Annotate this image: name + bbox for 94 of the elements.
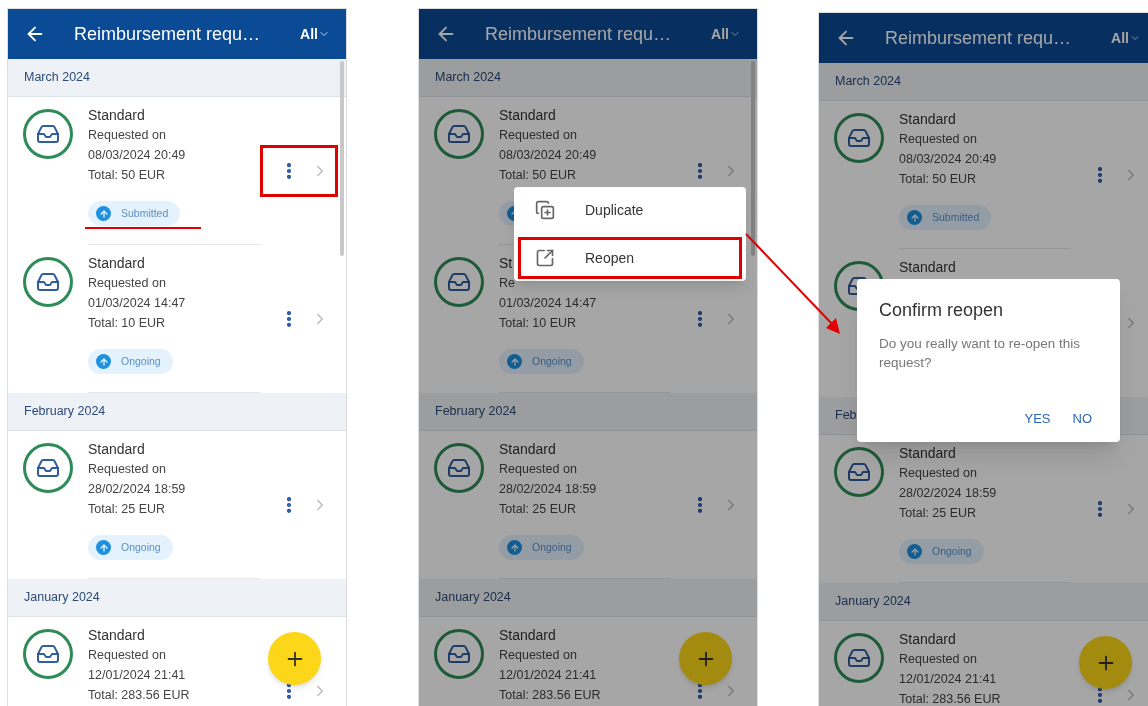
- dialog-title: Confirm reopen: [879, 299, 1005, 322]
- tray-icon: [23, 109, 73, 159]
- requested-label: Re: [499, 275, 515, 292]
- request-type: Standard: [899, 258, 956, 277]
- request-date: 01/03/2024 14:47: [88, 295, 186, 312]
- request-total: Total: 10 EUR: [499, 315, 577, 332]
- screen-title: Reimbursement requ…: [485, 22, 673, 46]
- requested-label: Requested on: [499, 647, 577, 664]
- request-type: Standard: [499, 440, 556, 459]
- menu-item[interactable]: Reopen: [518, 237, 742, 279]
- filter-dropdown[interactable]: All: [711, 23, 741, 45]
- request-date: 28/02/2024 18:59: [88, 481, 186, 498]
- request-type: Standard: [899, 110, 956, 129]
- request-type: Standard: [499, 106, 556, 125]
- status-badge: Ongoing: [499, 535, 584, 560]
- dialog-button[interactable]: YES: [1018, 408, 1057, 428]
- filter-dropdown[interactable]: All: [300, 23, 330, 45]
- screen-title: Reimbursement requ…: [885, 26, 1073, 50]
- requested-label: Requested on: [88, 127, 166, 144]
- requested-label: Requested on: [88, 275, 166, 292]
- month-header: February 2024: [419, 393, 757, 431]
- month-header: March 2024: [819, 63, 1148, 101]
- status-badge: Ongoing: [499, 349, 584, 374]
- request-date: 08/03/2024 20:49: [88, 147, 186, 164]
- status-badge: Ongoing: [899, 539, 984, 564]
- requested-label: Requested on: [499, 127, 577, 144]
- status-badge: Ongoing: [88, 349, 173, 374]
- scrollbar-thumb[interactable]: [751, 61, 755, 256]
- request-date: 08/03/2024 20:49: [899, 151, 997, 168]
- tray-icon: [23, 629, 73, 679]
- request-type: Standard: [899, 630, 956, 649]
- duplicate-icon: [535, 200, 555, 220]
- month-header: January 2024: [819, 583, 1148, 621]
- arrow-up-icon: [907, 544, 922, 559]
- requested-label: Requested on: [88, 647, 166, 664]
- request-type: Standard: [88, 626, 145, 645]
- status-badge: Submitted: [88, 201, 181, 226]
- request-type: St: [499, 254, 513, 273]
- status-badge: Ongoing: [88, 535, 173, 560]
- requested-label: Requested on: [88, 461, 166, 478]
- request-type: Standard: [88, 254, 145, 273]
- request-date: 12/01/2024 21:41: [88, 667, 186, 684]
- requested-label: Requested on: [899, 131, 977, 148]
- dialog-button[interactable]: NO: [1066, 408, 1098, 428]
- request-date: 28/02/2024 18:59: [899, 485, 997, 502]
- tray-icon: [834, 633, 884, 683]
- tray-icon: [23, 257, 73, 307]
- tray-icon: [434, 257, 484, 307]
- screen-title: Reimbursement requ…: [74, 22, 262, 46]
- arrow-up-icon: [96, 354, 111, 369]
- tray-icon: [434, 629, 484, 679]
- arrow-up-icon: [507, 354, 522, 369]
- request-type: Standard: [88, 440, 145, 459]
- request-date: 28/02/2024 18:59: [499, 481, 597, 498]
- requested-label: Requested on: [899, 651, 977, 668]
- open-external-icon: [535, 248, 555, 268]
- month-header: January 2024: [419, 579, 757, 617]
- arrow-up-icon: [96, 540, 111, 555]
- request-date: 12/01/2024 21:41: [499, 667, 597, 684]
- dialog-message: Do you really want to re-open this request?: [879, 335, 1082, 372]
- requested-label: Requested on: [499, 461, 577, 478]
- request-total: Total: 25 EUR: [499, 501, 577, 518]
- arrow-up-icon: [507, 540, 522, 555]
- request-date: 12/01/2024 21:41: [899, 671, 997, 688]
- request-total: Total: 25 EUR: [88, 501, 166, 518]
- tray-icon: [834, 447, 884, 497]
- arrow-up-icon: [96, 206, 111, 221]
- status-badge: Submitted: [899, 205, 992, 230]
- tray-icon: [834, 113, 884, 163]
- month-header: March 2024: [419, 59, 757, 97]
- request-type: Standard: [88, 106, 145, 125]
- filter-dropdown[interactable]: All: [1111, 27, 1141, 49]
- tray-icon: [434, 109, 484, 159]
- scrollbar-thumb[interactable]: [340, 61, 344, 256]
- tray-icon: [434, 443, 484, 493]
- request-type: Standard: [899, 444, 956, 463]
- request-date: 08/03/2024 20:49: [499, 147, 597, 164]
- request-total: Total: 283.56 EUR: [499, 687, 601, 704]
- arrow-up-icon: [907, 210, 922, 225]
- request-total: Total: 50 EUR: [499, 167, 577, 184]
- request-total: Total: 50 EUR: [88, 167, 166, 184]
- request-total: Total: 25 EUR: [899, 505, 977, 522]
- menu-item[interactable]: Duplicate: [518, 189, 742, 231]
- tray-icon: [23, 443, 73, 493]
- requested-label: Requested on: [899, 465, 977, 482]
- request-total: Total: 283.56 EUR: [899, 691, 1001, 706]
- month-header: March 2024: [8, 59, 346, 97]
- request-total: Total: 283.56 EUR: [88, 687, 190, 704]
- request-total: Total: 10 EUR: [88, 315, 166, 332]
- request-date: 01/03/2024 14:47: [499, 295, 597, 312]
- month-header: February 2024: [8, 393, 346, 431]
- request-total: Total: 50 EUR: [899, 171, 977, 188]
- request-type: Standard: [499, 626, 556, 645]
- month-header: January 2024: [8, 579, 346, 617]
